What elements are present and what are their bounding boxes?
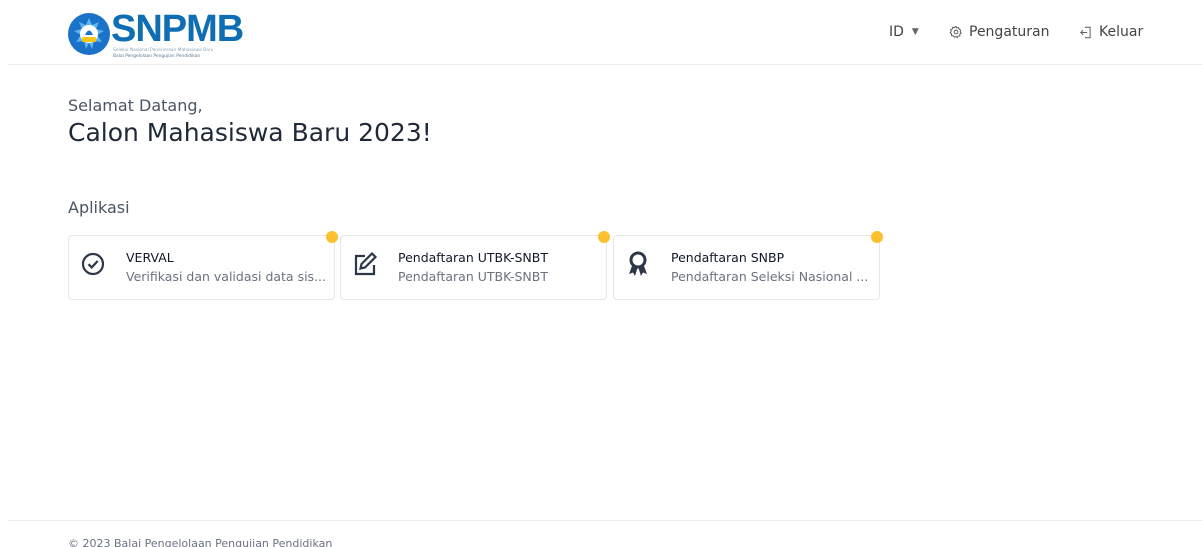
apps-section-title: Aplikasi — [68, 198, 130, 217]
logo-subtitle-org: Balai Pengelolaan Pengujian Pendidikan — [113, 54, 201, 59]
app-card-title: VERVAL — [126, 250, 174, 265]
footer-divider — [8, 520, 1202, 521]
app-card-utbk-snbt[interactable]: Pendaftaran UTBK-SNBT Pendaftaran UTBK-S… — [340, 231, 610, 300]
logout-link[interactable]: Keluar — [1079, 22, 1143, 42]
snpmb-logo[interactable]: SNPMB Seleksi Nasional Penerimaan Mahasi… — [67, 9, 244, 59]
logo-subtitle: Seleksi Nasional Penerimaan Mahasiswa Ba… — [113, 48, 214, 53]
language-label: ID — [889, 24, 904, 40]
notification-dot — [871, 231, 883, 243]
caret-down-icon: ▼ — [911, 27, 919, 37]
header: SNPMB Seleksi Nasional Penerimaan Mahasi… — [0, 0, 1202, 64]
app-card-description: Pendaftaran Seleksi Nasional ... — [671, 269, 869, 284]
app-card-verval[interactable]: VERVAL Verifikasi dan validasi data sis.… — [68, 231, 338, 300]
welcome-headline: Calon Mahasiswa Baru 2023! — [68, 118, 432, 147]
award-icon — [629, 251, 647, 276]
footer-copyright: © 2023 Balai Pengelolaan Pengujian Pendi… — [68, 537, 333, 547]
gear-icon — [949, 25, 962, 39]
tut-wuri-handayani-emblem-icon — [68, 13, 110, 55]
app-card-description: Pendaftaran UTBK-SNBT — [398, 269, 548, 284]
notification-dot — [326, 231, 338, 243]
app-card-title: Pendaftaran SNBP — [671, 250, 785, 265]
logout-icon — [1080, 26, 1091, 38]
logo-wordmark: SNPMB — [111, 8, 244, 50]
app-card-title: Pendaftaran UTBK-SNBT — [398, 250, 548, 265]
edit-icon — [354, 251, 378, 276]
language-selector[interactable]: ID ▼ — [889, 22, 919, 42]
notification-dot — [598, 231, 610, 243]
settings-label: Pengaturan — [969, 24, 1050, 40]
header-divider — [8, 64, 1202, 65]
app-card-description: Verifikasi dan validasi data sis... — [126, 269, 326, 284]
check-circle-icon — [81, 252, 105, 276]
logout-label: Keluar — [1099, 24, 1144, 40]
settings-link[interactable]: Pengaturan — [949, 22, 1049, 42]
welcome-greeting: Selamat Datang, — [68, 96, 203, 115]
app-card-snbp[interactable]: Pendaftaran SNBP Pendaftaran Seleksi Nas… — [613, 231, 883, 300]
